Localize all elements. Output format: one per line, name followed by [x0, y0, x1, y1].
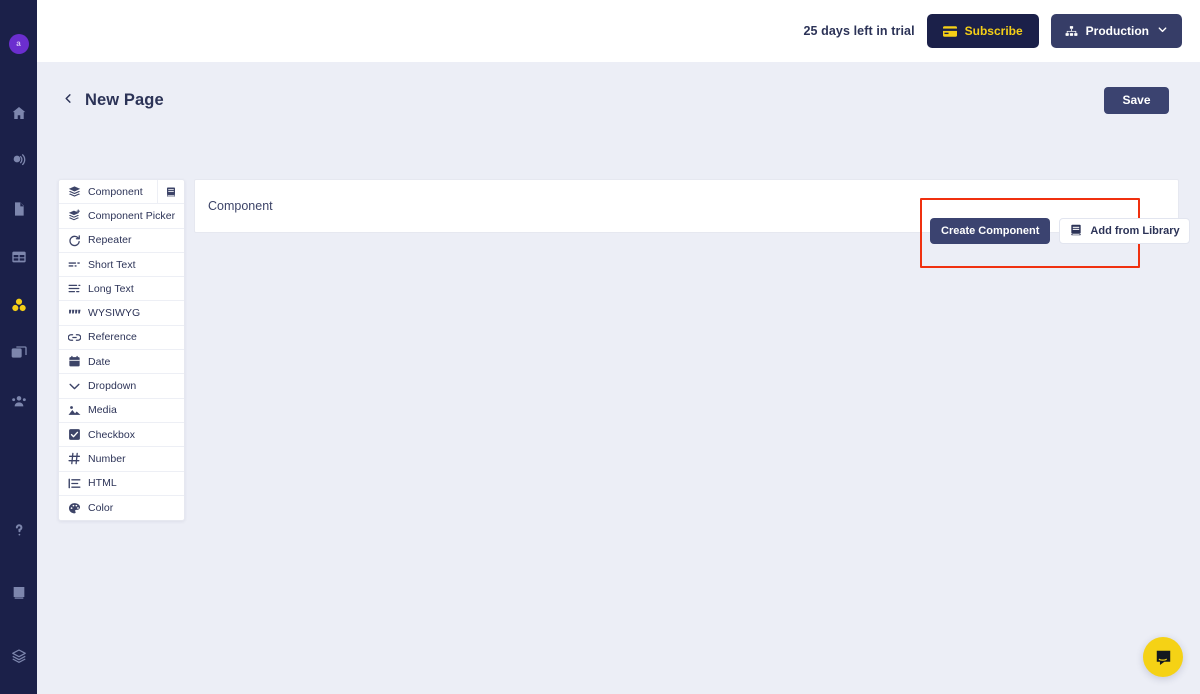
- long-text-icon: [68, 282, 81, 295]
- chat-widget-button[interactable]: [1143, 637, 1183, 677]
- main-area: 25 days left in trial Subscribe Producti…: [37, 0, 1200, 694]
- avatar[interactable]: a: [8, 34, 29, 54]
- dropdown-item-component[interactable]: Component: [59, 180, 184, 205]
- broadcast-icon: [11, 153, 27, 169]
- dropdown-item-repeater[interactable]: Repeater: [59, 229, 184, 253]
- document-icon: [11, 201, 27, 217]
- dropdown-item-label: Long Text: [88, 282, 134, 295]
- subscribe-label: Subscribe: [964, 24, 1023, 38]
- checkbox-icon: [68, 428, 81, 441]
- sidebar-item-help[interactable]: [0, 511, 37, 548]
- dropdown-item-color[interactable]: Color: [59, 496, 184, 520]
- media-icon: [11, 345, 27, 361]
- page-title: New Page: [85, 90, 164, 109]
- dropdown-item-checkbox[interactable]: Checkbox: [59, 423, 184, 448]
- dropdown-item-label: Media: [88, 404, 117, 417]
- dropdown-item-label: Color: [88, 502, 114, 514]
- content-area: Component Create Component Add from Libr…: [37, 124, 1200, 694]
- sidebar-item-broadcast[interactable]: [0, 142, 37, 179]
- layers-plus-icon: [68, 209, 81, 222]
- dropdown-item-date[interactable]: Date: [59, 350, 184, 375]
- subscribe-button[interactable]: Subscribe: [926, 14, 1039, 48]
- quote-icon: [68, 307, 81, 320]
- dropdown-item-long-text[interactable]: Long Text: [59, 277, 184, 302]
- book-icon: [11, 585, 27, 601]
- environment-selector[interactable]: Production: [1050, 14, 1182, 48]
- users-icon: [11, 393, 27, 409]
- calendar-icon: [68, 355, 81, 368]
- chevron-left-icon: [63, 91, 74, 109]
- chat-bubble-icon: [1155, 649, 1172, 666]
- sidebar-item-docs[interactable]: [0, 574, 37, 611]
- dropdown-item-label: WYSIWYG: [88, 307, 141, 320]
- save-button[interactable]: Save: [1104, 86, 1169, 114]
- refresh-icon: [68, 234, 81, 247]
- dropdown-item-html[interactable]: HTML: [59, 472, 184, 496]
- dropdown-item-label: Dropdown: [88, 380, 137, 393]
- sidebar-item-layers[interactable]: [0, 637, 37, 674]
- sidebar-item-collections[interactable]: [0, 238, 37, 275]
- chevron-down-icon: [68, 380, 81, 393]
- chevron-down-icon: [1157, 24, 1168, 38]
- palette-icon: [68, 502, 81, 515]
- dropdown-item-label: Number: [88, 452, 126, 465]
- field-type-dropdown: Component Component Picker Repeater Shor…: [58, 179, 185, 522]
- dropdown-item-wysiwyg[interactable]: WYSIWYG: [59, 301, 184, 326]
- dropdown-item-short-text[interactable]: Short Text: [59, 253, 184, 278]
- home-icon: [11, 105, 27, 121]
- library-shortcut-button[interactable]: [157, 180, 184, 204]
- table-icon: [11, 249, 27, 265]
- page-header: New Page Save: [37, 76, 1200, 124]
- add-from-library-button[interactable]: Add from Library: [1059, 218, 1190, 244]
- dropdown-item-label: Date: [88, 355, 111, 368]
- question-mark-icon: [11, 522, 27, 538]
- dropdown-item-component-picker[interactable]: Component Picker: [59, 204, 184, 229]
- link-icon: [68, 331, 81, 344]
- list-icon: [68, 477, 81, 490]
- image-icon: [68, 404, 81, 417]
- left-nav-items: [0, 94, 37, 430]
- sidebar-item-pages[interactable]: [0, 190, 37, 227]
- layers-stack-icon: [68, 185, 81, 198]
- dropdown-item-label: Checkbox: [88, 428, 136, 441]
- left-nav-bottom-items: [0, 511, 37, 674]
- dropdown-item-label: Component Picker: [88, 209, 176, 222]
- create-component-button[interactable]: Create Component: [930, 218, 1051, 244]
- add-from-library-label: Add from Library: [1090, 225, 1180, 237]
- field-actions: Create Component Add from Library: [930, 218, 1200, 244]
- dropdown-item-reference[interactable]: Reference: [59, 326, 184, 351]
- dropdown-item-label: Component: [88, 185, 143, 198]
- dropdown-item-label: Short Text: [88, 258, 136, 271]
- environment-label: Production: [1085, 24, 1149, 38]
- sitemap-icon: [1065, 25, 1078, 38]
- dropdown-item-dropdown[interactable]: Dropdown: [59, 374, 184, 399]
- hash-icon: [68, 452, 81, 465]
- sidebar-item-users[interactable]: [0, 382, 37, 419]
- dropdown-item-label: HTML: [88, 477, 117, 490]
- dropdown-item-number[interactable]: Number: [59, 447, 184, 472]
- trial-status-text: 25 days left in trial: [803, 24, 915, 38]
- book-icon: [1069, 223, 1083, 240]
- dropdown-item-label: Repeater: [88, 234, 132, 247]
- back-button[interactable]: [59, 91, 77, 109]
- top-bar: 25 days left in trial Subscribe Producti…: [37, 0, 1200, 62]
- left-nav-rail: a: [0, 0, 37, 694]
- layers-icon: [11, 648, 27, 664]
- credit-card-icon: [942, 25, 957, 37]
- sidebar-item-components[interactable]: [0, 286, 37, 323]
- dropdown-item-label: Reference: [88, 331, 137, 344]
- dropdown-item-media[interactable]: Media: [59, 399, 184, 423]
- field-row-label: Component: [208, 199, 273, 213]
- short-text-icon: [68, 258, 81, 271]
- sidebar-item-media[interactable]: [0, 334, 37, 371]
- book-icon: [165, 186, 177, 198]
- components-icon: [11, 297, 27, 313]
- sidebar-item-home[interactable]: [0, 94, 37, 131]
